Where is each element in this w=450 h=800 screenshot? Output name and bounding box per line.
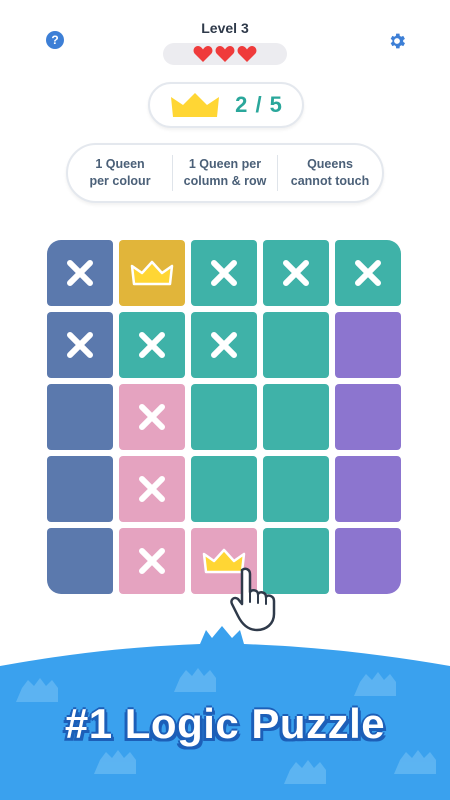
- board-cell[interactable]: [47, 528, 113, 594]
- board-cell[interactable]: [119, 384, 185, 450]
- x-mark-icon: [139, 476, 165, 502]
- x-mark-icon: [283, 260, 309, 286]
- rule-per-colour: 1 Queen per colour: [89, 157, 151, 188]
- gear-icon[interactable]: [387, 31, 407, 51]
- board-cell[interactable]: [47, 240, 113, 306]
- x-mark-icon: [355, 260, 381, 286]
- crown-icon: [130, 260, 174, 286]
- score-text: 2 / 5: [235, 92, 283, 117]
- board-cell[interactable]: [263, 384, 329, 450]
- promo-title: #1 Logic Puzzle: [64, 700, 386, 747]
- rules-panel: 1 Queen per colour 1 Queen per column & ro…: [66, 143, 384, 203]
- board-cell[interactable]: [119, 312, 185, 378]
- board-cell[interactable]: [47, 456, 113, 522]
- board-cell[interactable]: [335, 456, 401, 522]
- heart-icon: [237, 46, 257, 62]
- x-mark-icon: [139, 332, 165, 358]
- board-cell[interactable]: [191, 456, 257, 522]
- board-cell[interactable]: [263, 312, 329, 378]
- rule-column-row: 1 Queen per column & row: [172, 155, 277, 191]
- x-mark-icon: [211, 332, 237, 358]
- board-cell[interactable]: [335, 312, 401, 378]
- x-mark-icon: [211, 260, 237, 286]
- board-cell[interactable]: [191, 240, 257, 306]
- board-cell[interactable]: [335, 384, 401, 450]
- board-cell[interactable]: [335, 240, 401, 306]
- rule-no-touch: Queens cannot touch: [277, 155, 382, 191]
- board-cell[interactable]: [47, 384, 113, 450]
- level-title: Level 3: [201, 20, 249, 36]
- board-cell[interactable]: [47, 312, 113, 378]
- board-cell[interactable]: [119, 528, 185, 594]
- lives-indicator: [163, 43, 287, 65]
- x-mark-icon: [139, 404, 165, 430]
- x-mark-icon: [139, 548, 165, 574]
- board-cell[interactable]: [119, 456, 185, 522]
- board-cell[interactable]: [191, 312, 257, 378]
- x-mark-icon: [67, 332, 93, 358]
- heart-icon: [193, 46, 213, 62]
- x-mark-icon: [67, 260, 93, 286]
- score-counter: 2 / 5: [148, 82, 304, 128]
- heart-icon: [215, 46, 235, 62]
- crown-icon: [171, 93, 220, 117]
- board-cell[interactable]: [335, 528, 401, 594]
- board-cell[interactable]: [263, 456, 329, 522]
- puzzle-board: [47, 240, 401, 594]
- board-cell[interactable]: [119, 240, 185, 306]
- board-cell[interactable]: [263, 240, 329, 306]
- header-bar: ? Level 3: [0, 0, 450, 70]
- board-cell[interactable]: [191, 384, 257, 450]
